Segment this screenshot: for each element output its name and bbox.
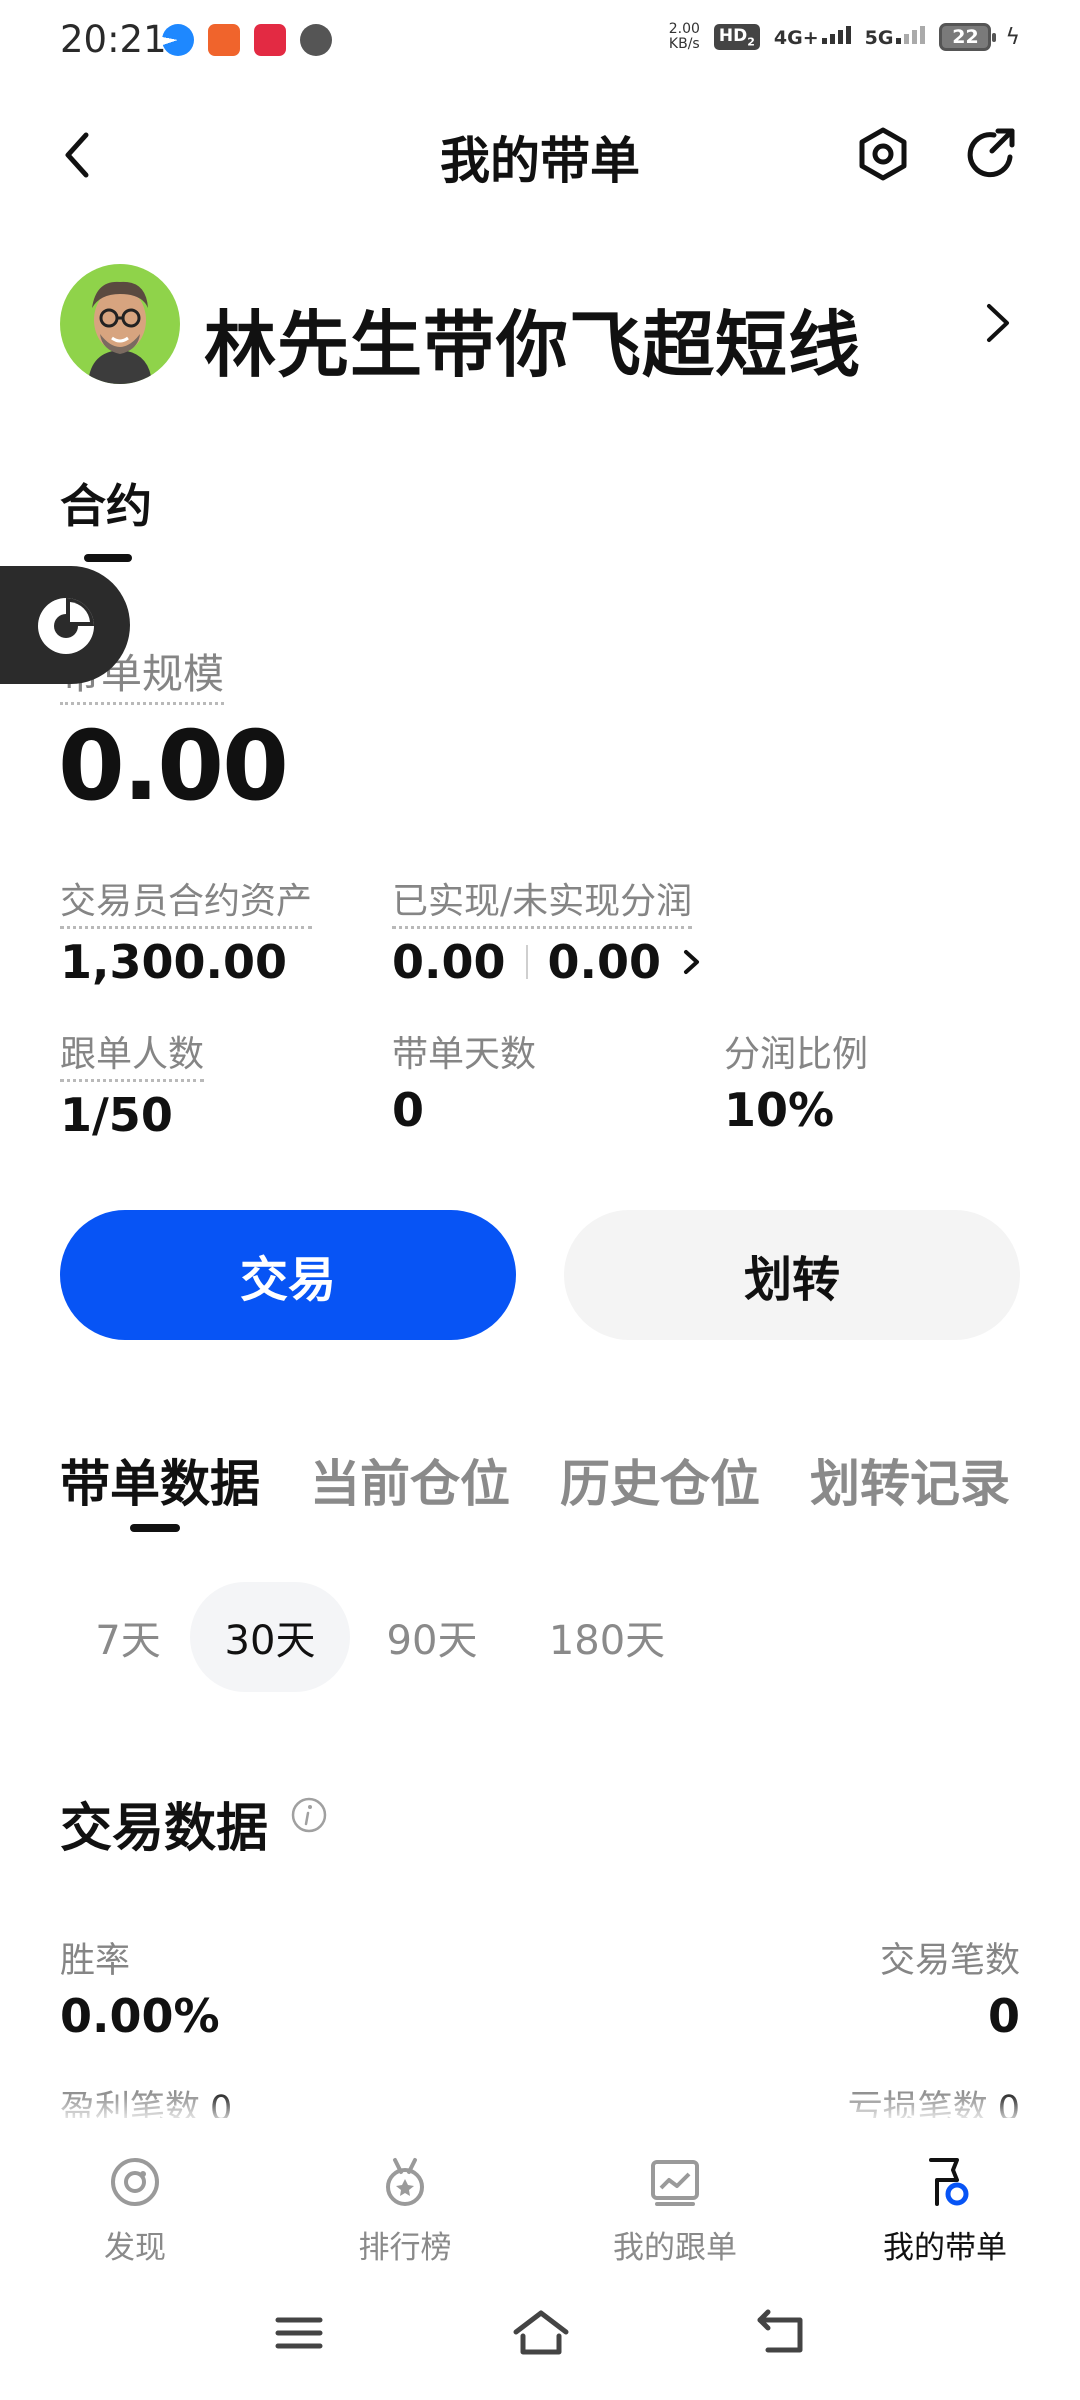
network-4g-indicator: 4G+ [774, 25, 851, 49]
unrealized-profit-value: 0.00 [547, 935, 662, 989]
chevron-right-icon[interactable] [975, 298, 1019, 348]
lead-days-label: 带单天数 [392, 1034, 537, 1075]
followers-label[interactable]: 跟单人数 [60, 1025, 205, 1082]
profit-share-stat[interactable]: 已实现/未实现分润 0.00 0.00 [392, 872, 705, 989]
nav-label: 排行榜 [358, 2230, 452, 2266]
page-title: 我的带单 [440, 132, 640, 190]
top-bar: 我的带单 [0, 95, 1080, 213]
win-rate-stat: 胜率 0.00% [60, 1932, 220, 2043]
period-selector: 7天 30天 90天 180天 [66, 1582, 700, 1692]
settings-icon[interactable] [850, 121, 916, 187]
divider [525, 945, 528, 979]
signal-bars-icon [821, 25, 851, 44]
trader-profile[interactable]: 林先生带你飞超短线 [0, 262, 1080, 387]
app-notification-icon [254, 24, 286, 56]
app-notification-icon [300, 24, 332, 56]
contract-section-label: 合约 [60, 479, 152, 533]
win-rate-label: 胜率 [60, 1941, 131, 1981]
share-icon[interactable] [958, 121, 1024, 187]
tab-transfer-records[interactable]: 划转记录 [810, 1444, 1010, 1516]
win-rate-value: 0.00% [60, 1989, 220, 2043]
hd-voice-badge: HD2 [713, 23, 760, 51]
tab-position-history[interactable]: 历史仓位 [560, 1444, 760, 1516]
status-time: 20:21 [60, 18, 167, 61]
nav-item-leaderboard[interactable]: 排行榜 [305, 2154, 505, 2267]
nav-item-discover[interactable]: 发现 [35, 2154, 235, 2267]
trader-assets-value: 1,300.00 [60, 935, 287, 989]
floating-assistant-button[interactable] [0, 566, 130, 684]
status-indicators: 2.00 KB/s HD2 4G+ 5G 22 ϟ [669, 22, 1020, 52]
charging-icon: ϟ [1005, 24, 1020, 50]
bottom-navigation: 发现 排行榜 我的跟单 我的带单 [0, 2118, 1080, 2270]
info-icon[interactable] [290, 1796, 328, 1834]
followers-value: 1/50 [60, 1088, 173, 1142]
profit-share-ratio-value: 10% [724, 1083, 835, 1137]
profit-share-ratio-label: 分润比例 [724, 1034, 869, 1075]
trade-count-label: 交易笔数 [879, 1941, 1020, 1981]
profit-share-label[interactable]: 已实现/未实现分润 [392, 872, 693, 929]
notification-icons [162, 24, 332, 56]
scale-value: 0.00 [58, 710, 289, 822]
nav-item-my-follows[interactable]: 我的跟单 [575, 2154, 775, 2267]
nav-item-my-leads[interactable]: 我的带单 [845, 2154, 1045, 2267]
avatar[interactable] [60, 264, 180, 384]
signal-bars-icon [896, 25, 926, 44]
trade-button[interactable]: 交易 [60, 1210, 516, 1340]
flag-leader-icon [929, 2158, 969, 2206]
chevron-right-icon[interactable] [677, 947, 705, 977]
lead-days-value: 0 [392, 1083, 425, 1137]
nav-label: 我的跟单 [613, 2230, 737, 2266]
realized-profit-value: 0.00 [392, 935, 506, 989]
period-90d[interactable]: 90天 [350, 1582, 514, 1692]
pie-chart-icon [38, 598, 94, 654]
tab-lead-data[interactable]: 带单数据 [60, 1444, 260, 1516]
followers-stat: 跟单人数 1/50 [60, 1025, 205, 1142]
discover-icon [111, 2158, 159, 2206]
section-indicator [84, 554, 132, 562]
trader-assets-stat: 交易员合约资产 1,300.00 [60, 872, 313, 989]
status-bar: 20:21 2.00 KB/s HD2 4G+ 5G 22 ϟ [0, 0, 1080, 84]
network-5g-indicator: 5G [865, 25, 926, 49]
home-icon[interactable] [512, 2308, 570, 2358]
menu-icon[interactable] [274, 2308, 324, 2358]
trade-count-value: 0 [987, 1989, 1020, 2043]
transfer-button[interactable]: 划转 [564, 1210, 1020, 1340]
tab-indicator [130, 1524, 180, 1532]
lead-days-stat: 带单天数 0 [392, 1025, 536, 1137]
chart-board-icon [651, 2160, 699, 2206]
tab-current-positions[interactable]: 当前仓位 [310, 1444, 510, 1516]
my-copy-trading-page: 20:21 2.00 KB/s HD2 4G+ 5G 22 ϟ 我的带单 林先生… [0, 0, 1080, 2400]
app-notification-icon [162, 24, 194, 56]
network-speed: 2.00 KB/s [668, 21, 700, 52]
system-navigation-bar [0, 2290, 1080, 2380]
period-7d[interactable]: 7天 [66, 1582, 190, 1692]
app-notification-icon [208, 24, 240, 56]
battery-icon: 22 [939, 23, 997, 51]
medal-icon [386, 2158, 424, 2206]
data-tabs: 带单数据 当前仓位 历史仓位 划转记录 [60, 1444, 1010, 1516]
trade-count-stat: 交易笔数 0 [880, 1932, 1020, 2043]
profit-share-ratio-stat: 分润比例 10% [724, 1025, 868, 1137]
trade-data-title: 交易数据 [60, 1799, 269, 1859]
trader-assets-label[interactable]: 交易员合约资产 [60, 872, 313, 929]
period-180d[interactable]: 180天 [514, 1582, 700, 1692]
nav-label: 我的带单 [883, 2230, 1007, 2266]
period-30d[interactable]: 30天 [190, 1582, 350, 1692]
profit-share-values[interactable]: 0.00 0.00 [392, 935, 705, 989]
trader-name: 林先生带你飞超短线 [204, 303, 862, 387]
back-nav-icon[interactable] [756, 2308, 806, 2358]
nav-label: 发现 [104, 2230, 166, 2266]
